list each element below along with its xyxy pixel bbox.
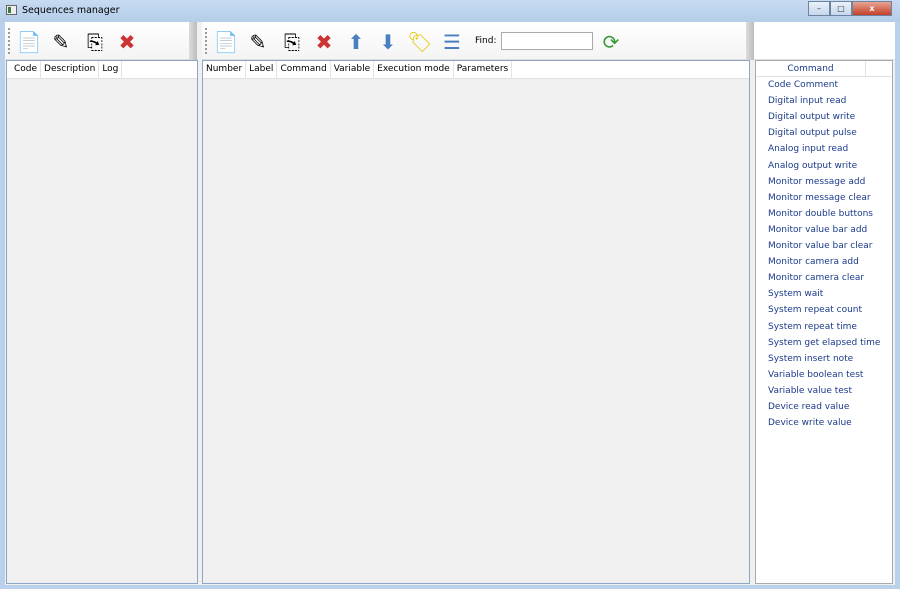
edit-icon: ✎ <box>249 30 267 54</box>
app-icon <box>6 5 17 15</box>
delete-sequence-button[interactable]: ✖ <box>113 28 141 56</box>
column-header-log[interactable]: Log <box>99 61 123 78</box>
label-tag-icon: 🏷 <box>407 30 433 54</box>
command-item[interactable]: Digital output pulse <box>762 125 892 141</box>
new-sequence-button[interactable]: 📄 <box>15 28 43 56</box>
command-item[interactable]: System repeat count <box>762 302 892 318</box>
edit-icon: ✎ <box>52 30 70 54</box>
client-area: 📄 ✎ ⎘ ✖ 📄 ✎ ⎘ ✖ ⬆ ⬇ 🏷 ☰ Find: ⟳ Code Des… <box>5 22 895 585</box>
column-header-label[interactable]: Label <box>246 61 278 78</box>
column-header-variable[interactable]: Variable <box>331 61 375 78</box>
maximize-button[interactable]: □ <box>830 1 852 16</box>
close-button[interactable]: x <box>852 1 892 16</box>
command-item[interactable]: Monitor camera add <box>762 254 892 270</box>
command-item[interactable]: Analog output write <box>762 158 892 174</box>
refresh-icon: ⟳ <box>602 30 620 54</box>
column-header-execution-mode[interactable]: Execution mode <box>374 61 454 78</box>
sequences-table-header: Code Description Log <box>7 61 197 79</box>
window-title: Sequences manager <box>22 5 120 16</box>
column-header-code[interactable]: Code <box>11 61 42 78</box>
move-up-button[interactable]: ⬆ <box>342 28 370 56</box>
copy-step-button[interactable]: ⎘ <box>278 28 306 56</box>
command-item[interactable]: Variable boolean test <box>762 367 892 383</box>
sequences-toolbar: 📄 ✎ ⎘ ✖ <box>5 22 197 60</box>
toolbar-grip[interactable] <box>8 28 10 54</box>
command-item[interactable]: System repeat time <box>762 319 892 335</box>
command-item[interactable]: Code Comment <box>762 77 892 93</box>
edit-sequence-button[interactable]: ✎ <box>47 28 75 56</box>
copy-icon: ⎘ <box>87 30 103 54</box>
command-item[interactable]: Digital output write <box>762 109 892 125</box>
command-item[interactable]: Device write value <box>762 415 892 431</box>
copy-sequence-button[interactable]: ⎘ <box>81 28 109 56</box>
commands-list-header: Command <box>756 61 892 78</box>
refresh-button[interactable]: ⟳ <box>597 28 625 56</box>
find-label: Find: <box>475 36 497 46</box>
steps-table-header: Number Label Command Variable Execution … <box>203 61 749 79</box>
column-header-number[interactable]: Number <box>203 61 247 78</box>
column-header-command[interactable]: Command <box>756 61 866 77</box>
add-step-icon: 📄 <box>213 30 239 54</box>
new-sequence-icon: 📄 <box>16 30 42 54</box>
toolbar-overflow[interactable] <box>189 22 197 60</box>
delete-step-button[interactable]: ✖ <box>310 28 338 56</box>
find-input[interactable] <box>501 32 593 50</box>
column-header-parameters[interactable]: Parameters <box>454 61 513 78</box>
command-item[interactable]: Monitor camera clear <box>762 270 892 286</box>
sequences-table[interactable]: Code Description Log <box>6 60 198 584</box>
column-header-description[interactable]: Description <box>41 61 100 78</box>
column-header-command[interactable]: Command <box>277 61 331 78</box>
command-item[interactable]: Monitor message clear <box>762 190 892 206</box>
command-item[interactable]: Device read value <box>762 399 892 415</box>
add-step-button[interactable]: 📄 <box>212 28 240 56</box>
move-down-icon: ⬇ <box>379 30 397 54</box>
indent-icon: ☰ <box>443 30 461 54</box>
command-item[interactable]: Analog input read <box>762 141 892 157</box>
command-item[interactable]: Monitor double buttons <box>762 206 892 222</box>
toolbar-blank <box>754 22 895 60</box>
edit-step-button[interactable]: ✎ <box>244 28 272 56</box>
copy-icon: ⎘ <box>284 30 300 54</box>
move-up-icon: ⬆ <box>347 30 365 54</box>
steps-table[interactable]: Number Label Command Variable Execution … <box>202 60 750 584</box>
delete-icon: ✖ <box>315 30 333 54</box>
command-item[interactable]: System wait <box>762 286 892 302</box>
command-item[interactable]: Digital input read <box>762 93 892 109</box>
label-button[interactable]: 🏷 <box>406 28 434 56</box>
command-item[interactable]: Monitor message add <box>762 174 892 190</box>
delete-icon: ✖ <box>118 30 136 54</box>
command-item[interactable]: Monitor value bar add <box>762 222 892 238</box>
command-item[interactable]: System insert note <box>762 351 892 367</box>
toolbar-overflow[interactable] <box>746 22 754 60</box>
commands-list[interactable]: Command Code Comment Digital input read Di… <box>755 60 893 584</box>
steps-toolbar: 📄 ✎ ⎘ ✖ ⬆ ⬇ 🏷 ☰ Find: ⟳ <box>202 22 754 60</box>
command-item[interactable]: Monitor value bar clear <box>762 238 892 254</box>
move-down-button[interactable]: ⬇ <box>374 28 402 56</box>
minimize-button[interactable]: – <box>808 1 830 16</box>
toolbar-grip[interactable] <box>205 28 207 54</box>
command-item[interactable]: Variable value test <box>762 383 892 399</box>
indent-button[interactable]: ☰ <box>438 28 466 56</box>
title-bar: Sequences manager – □ x <box>0 0 900 22</box>
command-item[interactable]: System get elapsed time <box>762 335 892 351</box>
